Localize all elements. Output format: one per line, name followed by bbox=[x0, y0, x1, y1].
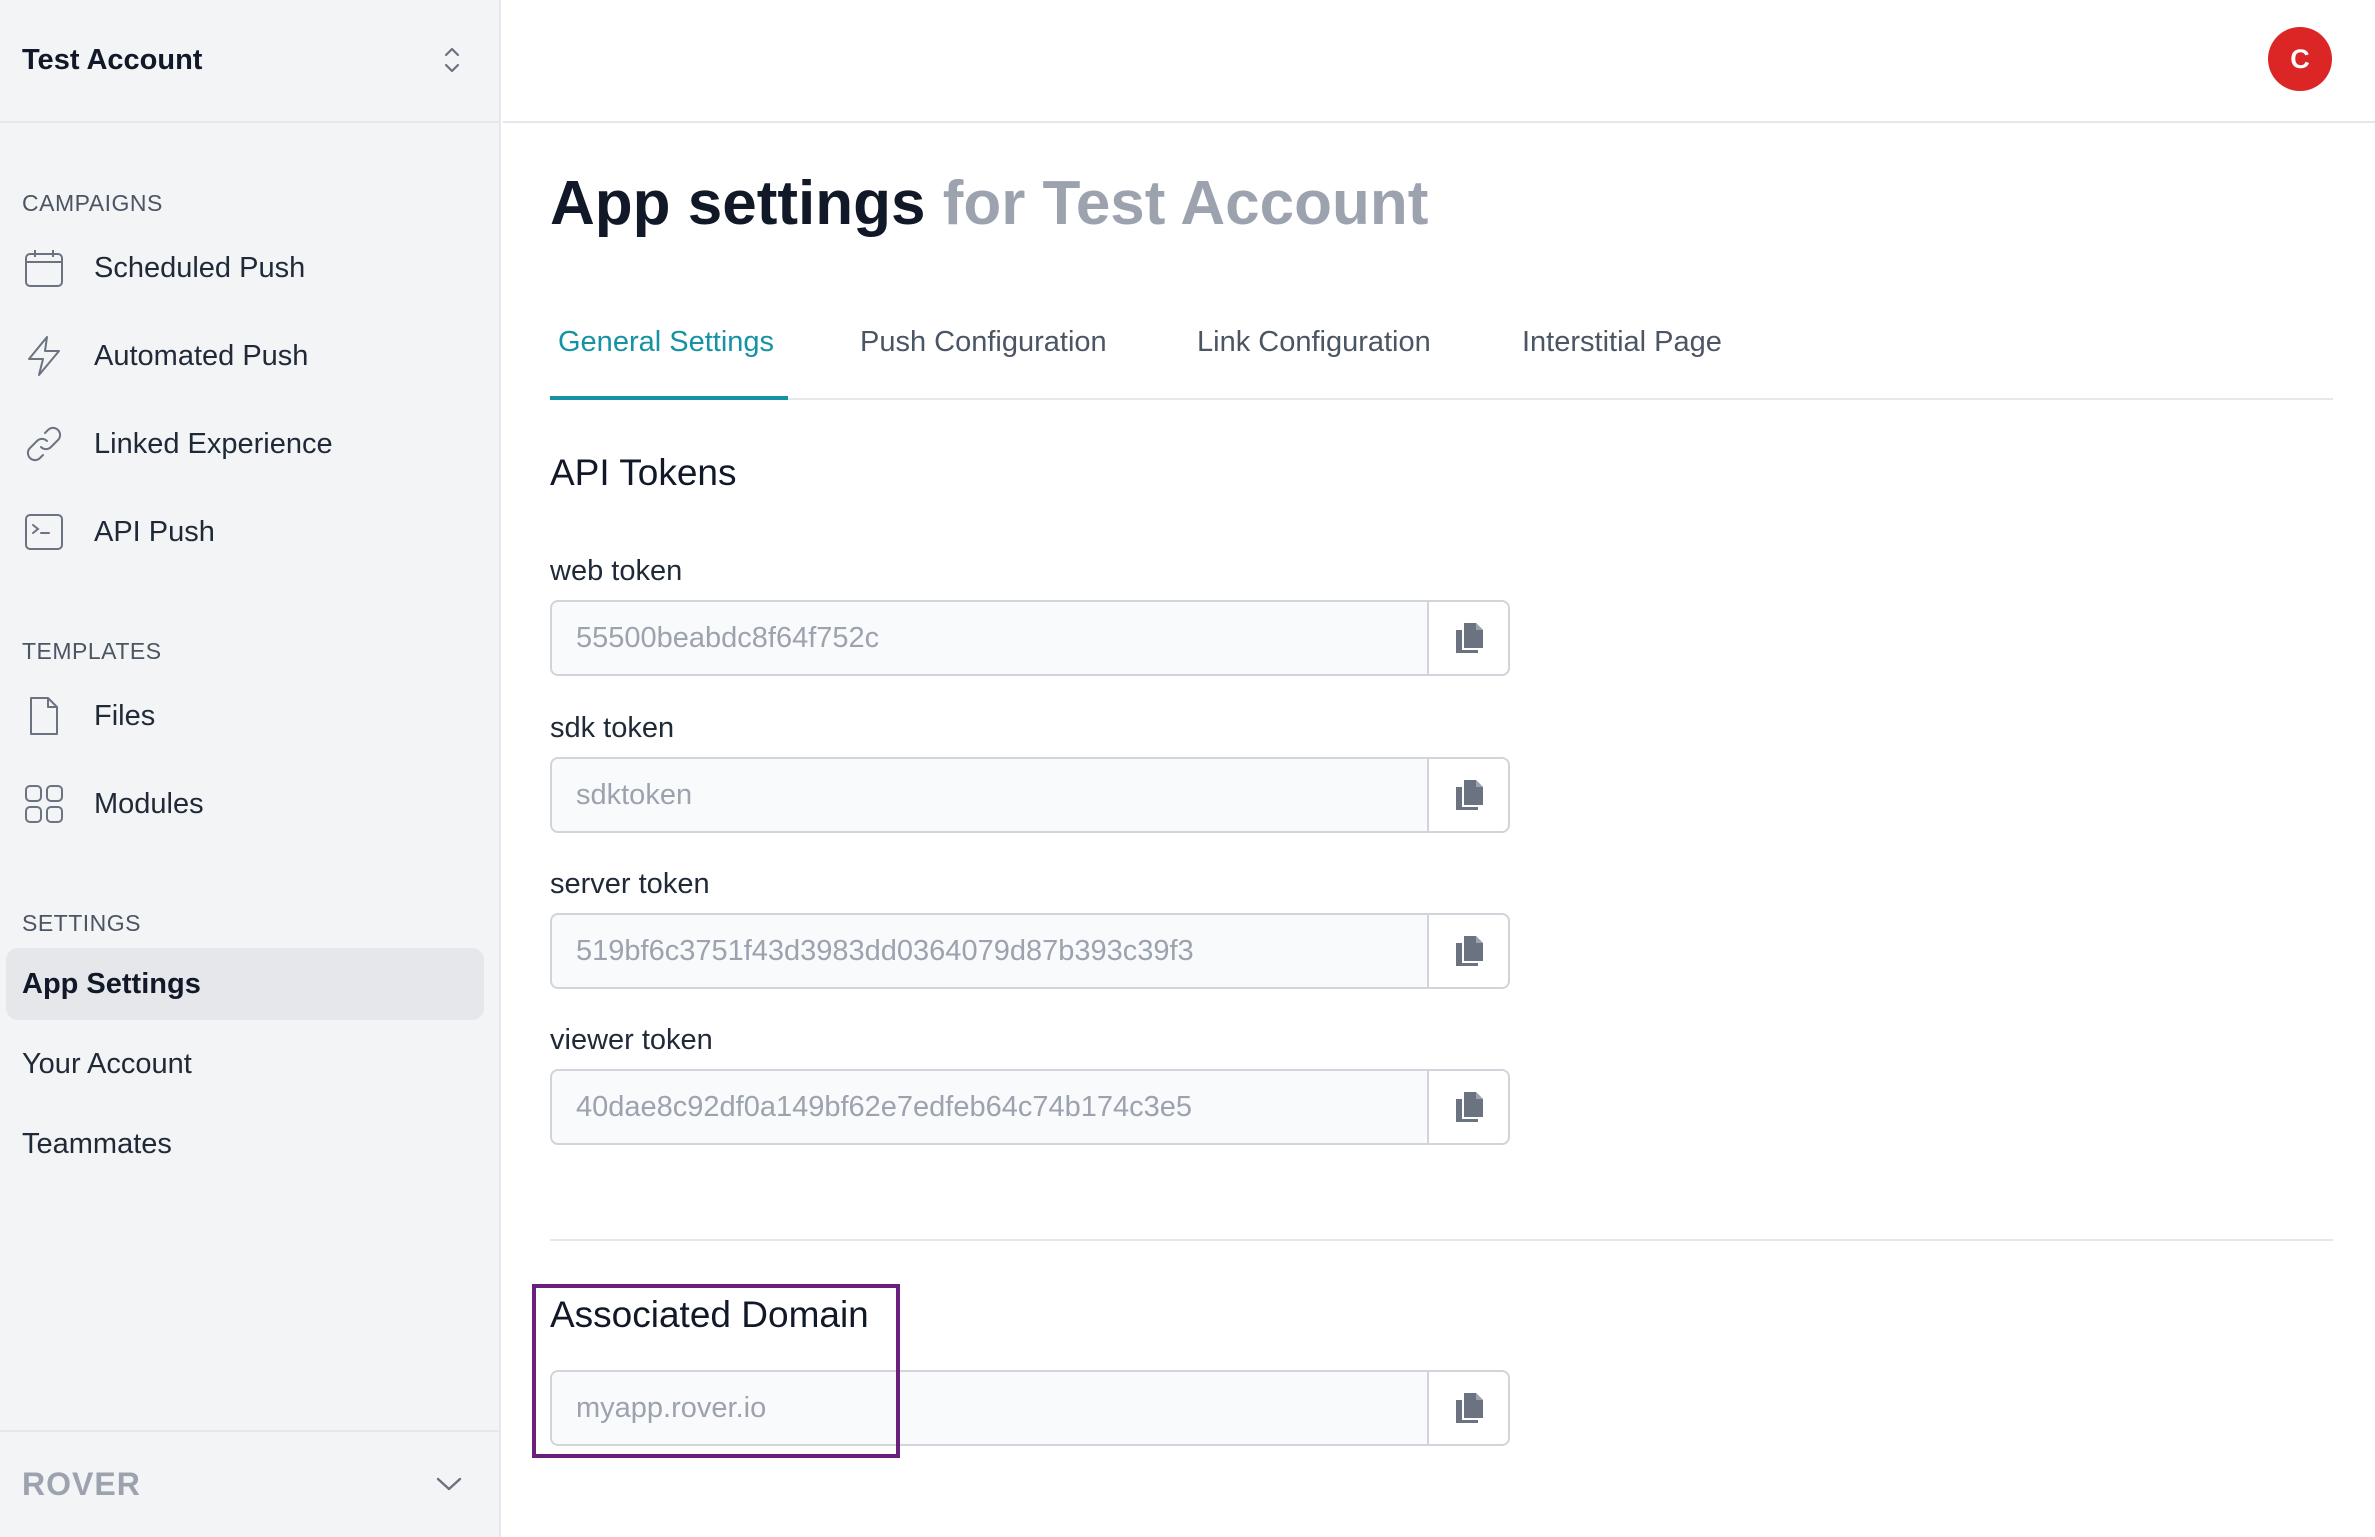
tab-interstitial-page[interactable]: Interstitial Page bbox=[1522, 326, 1722, 359]
tab-link-configuration[interactable]: Link Configuration bbox=[1197, 326, 1431, 359]
file-icon bbox=[22, 694, 66, 738]
section-label-templates: TEMPLATES bbox=[22, 638, 162, 664]
page-title-main: App settings bbox=[550, 169, 926, 238]
copy-icon bbox=[1455, 623, 1483, 653]
active-tab-indicator bbox=[550, 396, 788, 400]
viewer-token-group bbox=[550, 1069, 1510, 1145]
section-label-settings: SETTINGS bbox=[22, 910, 142, 936]
copy-sdk-token-button[interactable] bbox=[1427, 757, 1510, 833]
sidebar-item-teammates[interactable]: Teammates bbox=[22, 1128, 172, 1161]
server-token-label: server token bbox=[550, 868, 710, 900]
brand-logo-text: ROVER bbox=[22, 1466, 141, 1502]
sdk-token-input[interactable] bbox=[550, 757, 1427, 833]
grid-icon bbox=[22, 782, 66, 826]
copy-viewer-token-button[interactable] bbox=[1427, 1069, 1510, 1145]
page-title-suffix: for Test Account bbox=[942, 169, 1429, 238]
sidebar-item-label: API Push bbox=[94, 515, 215, 548]
account-switcher[interactable]: Test Account bbox=[0, 0, 501, 123]
top-bar bbox=[503, 0, 2375, 123]
sidebar-item-automated-push[interactable]: Automated Push bbox=[22, 328, 308, 384]
sidebar-item-label: Files bbox=[94, 699, 156, 732]
copy-server-token-button[interactable] bbox=[1427, 913, 1510, 989]
web-token-group bbox=[550, 600, 1510, 676]
copy-icon bbox=[1455, 936, 1483, 966]
sidebar-item-label: Modules bbox=[94, 787, 204, 820]
section-divider bbox=[550, 1239, 2333, 1241]
terminal-icon bbox=[22, 510, 66, 554]
app-root: Test Account CAMPAIGNS Scheduled Push Au… bbox=[0, 0, 2375, 1537]
sidebar-item-api-push[interactable]: API Push bbox=[22, 504, 215, 560]
copy-associated-domain-button[interactable] bbox=[1427, 1370, 1510, 1446]
copy-web-token-button[interactable] bbox=[1427, 600, 1510, 676]
sidebar-item-app-settings[interactable]: App Settings bbox=[6, 948, 484, 1020]
page-title: App settings for Test Account bbox=[550, 168, 1428, 239]
chevron-down-icon bbox=[436, 1477, 462, 1491]
api-tokens-heading: API Tokens bbox=[550, 452, 737, 493]
viewer-token-label: viewer token bbox=[550, 1024, 713, 1056]
web-token-label: web token bbox=[550, 555, 683, 587]
sidebar-item-your-account[interactable]: Your Account bbox=[22, 1048, 192, 1081]
calendar-icon bbox=[22, 246, 66, 290]
sidebar-item-modules[interactable]: Modules bbox=[22, 776, 204, 832]
server-token-input[interactable] bbox=[550, 913, 1427, 989]
web-token-input[interactable] bbox=[550, 600, 1427, 676]
sidebar-item-linked-experience[interactable]: Linked Experience bbox=[22, 416, 333, 472]
sidebar-item-label: Linked Experience bbox=[94, 427, 333, 460]
copy-icon bbox=[1455, 780, 1483, 810]
lightning-icon bbox=[22, 334, 66, 378]
copy-icon bbox=[1455, 1092, 1483, 1122]
settings-tabs: General Settings Push Configuration Link… bbox=[550, 300, 2333, 400]
sidebar-item-label: App Settings bbox=[22, 967, 201, 1000]
account-name: Test Account bbox=[22, 44, 203, 76]
sidebar-item-scheduled-push[interactable]: Scheduled Push bbox=[22, 240, 305, 296]
user-avatar[interactable]: C bbox=[2268, 27, 2332, 91]
tab-push-configuration[interactable]: Push Configuration bbox=[860, 326, 1107, 359]
section-label-campaigns: CAMPAIGNS bbox=[22, 190, 163, 216]
sidebar-item-label: Scheduled Push bbox=[94, 251, 306, 284]
highlight-annotation-box bbox=[532, 1284, 900, 1458]
link-icon bbox=[22, 422, 66, 466]
sdk-token-group bbox=[550, 757, 1510, 833]
viewer-token-input[interactable] bbox=[550, 1069, 1427, 1145]
sidebar-item-label: Automated Push bbox=[94, 339, 309, 372]
tab-general-settings[interactable]: General Settings bbox=[558, 326, 774, 359]
sdk-token-label: sdk token bbox=[550, 712, 675, 744]
chevron-up-down-icon bbox=[444, 47, 460, 73]
copy-icon bbox=[1455, 1393, 1483, 1423]
sidebar-item-files[interactable]: Files bbox=[22, 688, 155, 744]
sidebar-footer-menu[interactable]: ROVER bbox=[0, 1430, 501, 1537]
sidebar: Test Account CAMPAIGNS Scheduled Push Au… bbox=[0, 0, 501, 1537]
server-token-group bbox=[550, 913, 1510, 989]
